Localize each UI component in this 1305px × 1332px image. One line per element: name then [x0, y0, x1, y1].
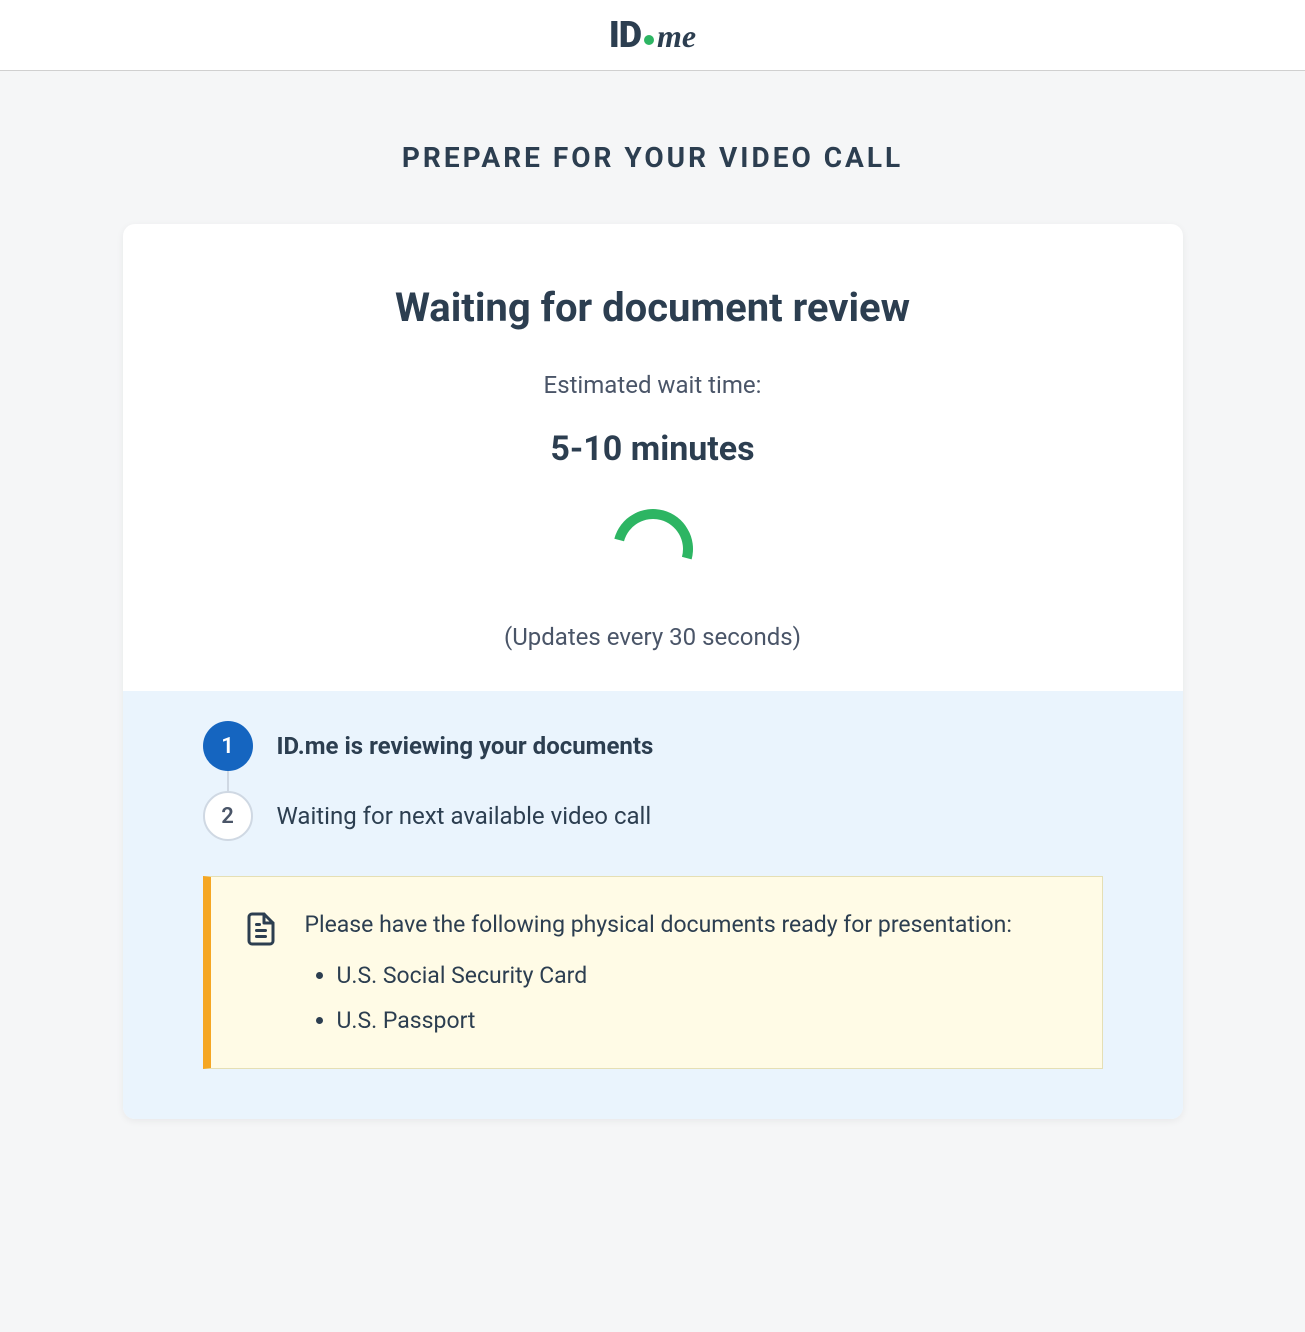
step-label-1: ID.me is reviewing your documents — [277, 732, 654, 760]
step-badge-2: 2 — [203, 791, 253, 841]
logo-id-text: ID — [609, 14, 641, 56]
logo-me-text: me — [657, 18, 696, 55]
notice-text: Please have the following physical docum… — [305, 911, 1070, 938]
notice-body: Please have the following physical docum… — [305, 911, 1070, 1034]
status-card: Waiting for document review Estimated wa… — [123, 224, 1183, 1119]
step-badge-1: 1 — [203, 721, 253, 771]
step-label-2: Waiting for next available video call — [277, 802, 652, 830]
required-documents-list: U.S. Social Security Card U.S. Passport — [305, 962, 1070, 1034]
update-frequency-note: (Updates every 30 seconds) — [163, 623, 1143, 651]
app-header: ID me — [0, 0, 1305, 71]
page-title: Prepare for your video call — [0, 141, 1305, 174]
loading-spinner-icon — [613, 509, 693, 589]
step-item-2: 2 Waiting for next available video call — [203, 791, 1103, 841]
status-top: Waiting for document review Estimated wa… — [123, 224, 1183, 691]
wait-time-label: Estimated wait time: — [163, 371, 1143, 399]
status-bottom: 1 ID.me is reviewing your documents 2 Wa… — [123, 691, 1183, 1119]
wait-time-value: 5-10 minutes — [163, 429, 1143, 469]
document-item: U.S. Passport — [337, 1007, 1070, 1034]
brand-logo: ID me — [609, 14, 696, 56]
progress-steps: 1 ID.me is reviewing your documents 2 Wa… — [203, 721, 1103, 841]
document-item: U.S. Social Security Card — [337, 962, 1070, 989]
step-item-1: 1 ID.me is reviewing your documents — [203, 721, 1103, 791]
logo-dot-icon — [644, 35, 654, 45]
document-icon — [243, 911, 279, 951]
status-heading: Waiting for document review — [163, 284, 1143, 331]
documents-notice: Please have the following physical docum… — [203, 876, 1103, 1069]
